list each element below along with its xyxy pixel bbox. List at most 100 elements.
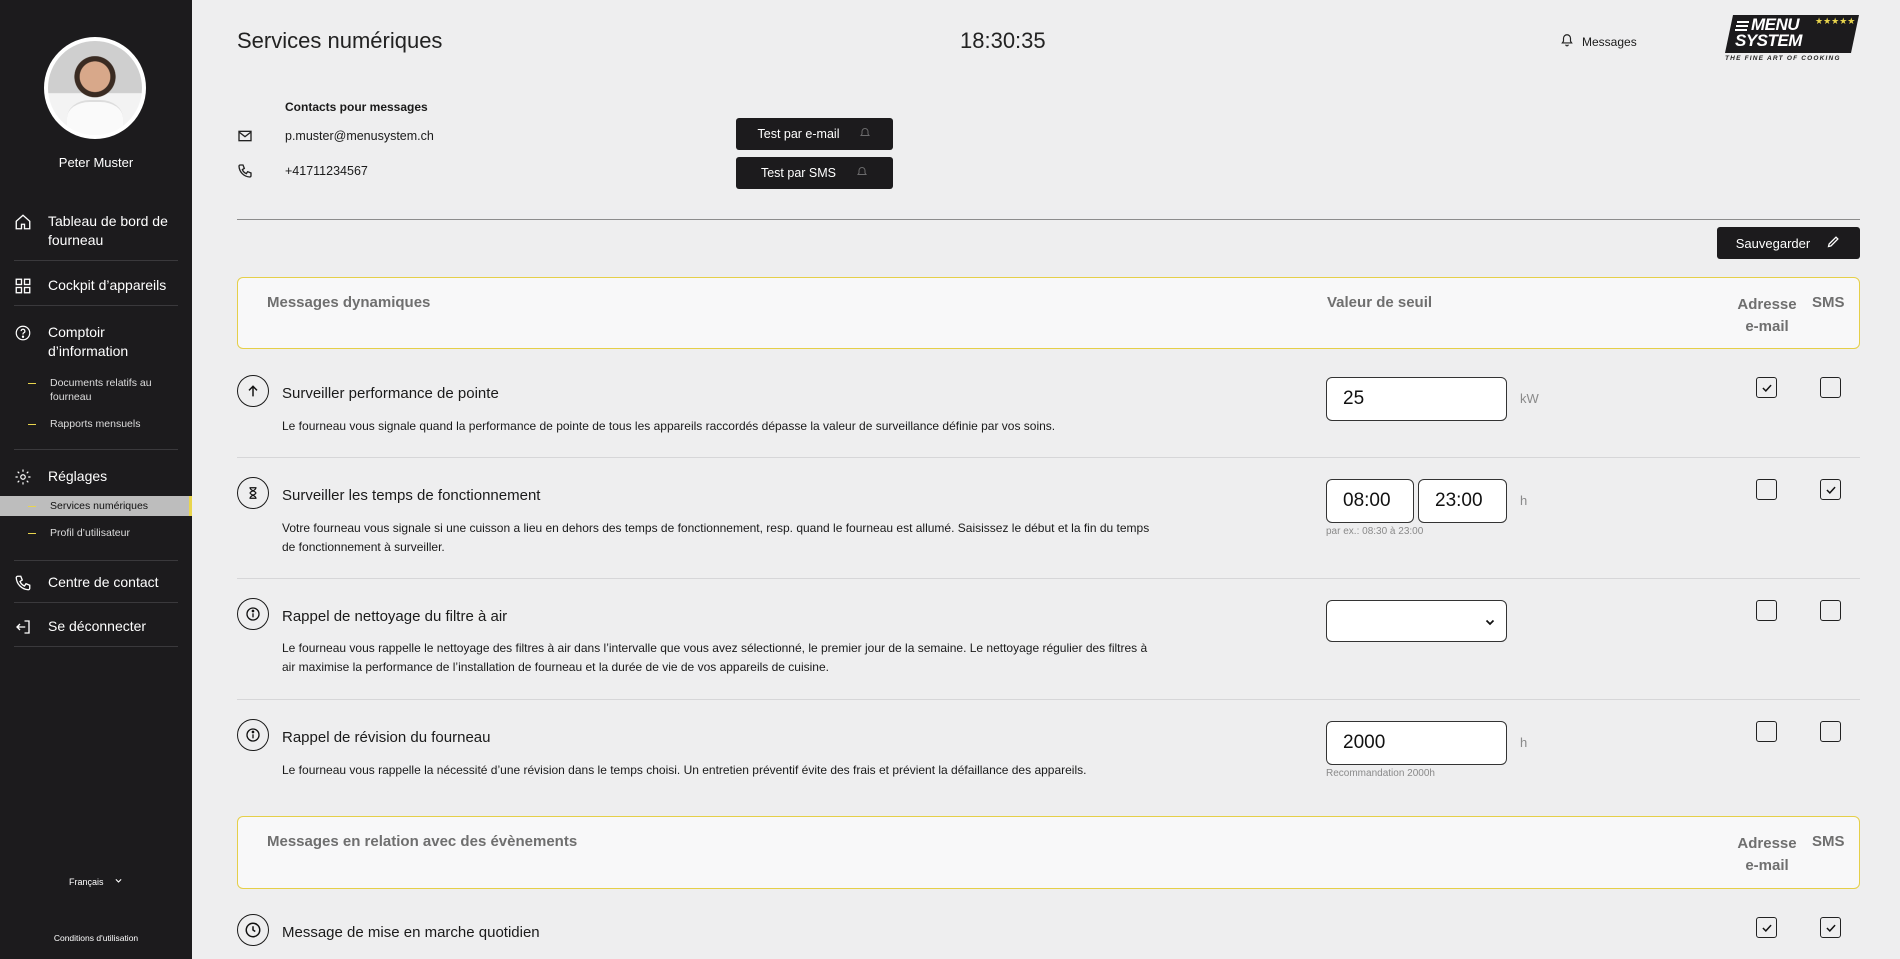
subnav-documents[interactable]: Documents relatifs au fourneau	[14, 376, 178, 404]
contact-phone-row: +41711234567	[237, 163, 368, 179]
nav-label: Se déconnecter	[48, 618, 147, 634]
end-time-input[interactable]: 23:00	[1418, 479, 1507, 523]
check-icon	[1825, 486, 1836, 494]
cleaning-interval-select[interactable]	[1326, 600, 1507, 642]
row-operating-times: Surveiller les temps de fonctionnement V…	[237, 458, 1860, 579]
check-icon	[1761, 924, 1772, 932]
terms-link[interactable]: Conditions d'utilisation	[0, 933, 192, 943]
section-title: Messages en relation avec des évènements	[267, 833, 578, 850]
bell-icon	[856, 166, 868, 181]
nav-label: Centre de contact	[48, 574, 159, 590]
gear-icon	[14, 468, 32, 486]
threshold-column-header: Valeur de seuil	[1327, 294, 1433, 311]
help-circle-icon	[14, 324, 32, 342]
hint-text: Recommandation 2000h	[1326, 768, 1435, 779]
bell-icon	[859, 127, 871, 142]
email-checkbox[interactable]	[1756, 600, 1777, 621]
sms-checkbox[interactable]	[1820, 600, 1841, 621]
mail-icon	[237, 128, 253, 144]
row-title: Surveiller les temps de fonctionnement	[282, 487, 541, 504]
check-icon	[1761, 384, 1772, 392]
sms-checkbox[interactable]	[1820, 721, 1841, 742]
start-time-input[interactable]: 08:00	[1326, 479, 1414, 523]
row-description: Votre fourneau vous signale si une cuiss…	[282, 521, 1150, 554]
subnav-user-profile[interactable]: Profil d’utilisateur	[14, 526, 178, 540]
nav-label: Réglages	[48, 468, 108, 484]
language-select[interactable]: Français	[0, 876, 192, 887]
nav-item-logout[interactable]: Se déconnecter	[14, 617, 178, 647]
test-sms-button[interactable]: Test par SMS	[736, 157, 893, 189]
email-checkbox[interactable]	[1756, 479, 1777, 500]
home-icon	[14, 213, 32, 231]
row-title: Message de mise en marche quotidien	[282, 924, 540, 941]
hint-text: par ex.: 08:30 à 23:00	[1326, 526, 1424, 537]
page-title: Services numériques	[237, 28, 443, 53]
clock-circle-icon	[237, 914, 269, 946]
dynamic-messages-header: Messages dynamiques Valeur de seuil Adre…	[237, 277, 1860, 349]
row-description: Le fourneau vous rappelle la nécessité d…	[282, 763, 1087, 777]
subnav-digital-services[interactable]: Services numériques	[0, 496, 192, 516]
unit-label: h	[1520, 735, 1528, 750]
messages-link[interactable]: Messages	[1560, 33, 1637, 50]
sms-checkbox[interactable]	[1820, 479, 1841, 500]
pencil-icon	[1826, 234, 1841, 252]
section-title: Messages dynamiques	[267, 294, 431, 311]
hourglass-circle-icon	[237, 477, 269, 509]
sms-checkbox[interactable]	[1820, 917, 1841, 938]
nav-label: Tableau de bord de fourneau	[48, 213, 168, 248]
info-circle-icon	[237, 598, 269, 630]
divider	[237, 219, 1860, 220]
sms-checkbox[interactable]	[1820, 377, 1841, 398]
nav-item-contact[interactable]: Centre de contact	[14, 573, 178, 603]
email-checkbox[interactable]	[1756, 721, 1777, 742]
row-stove-revision: Rappel de révision du fourneau Le fourne…	[237, 700, 1860, 798]
sms-column-header: SMS	[1812, 294, 1845, 311]
nav-item-cockpit[interactable]: Cockpit d’appareils	[14, 276, 178, 306]
row-daily-startup: Message de mise en marche quotidien	[237, 900, 1860, 959]
user-name: Peter Muster	[58, 155, 134, 170]
revision-hours-input[interactable]: 2000	[1326, 721, 1507, 765]
clock: 18:30:35	[960, 28, 1046, 53]
nav-item-info[interactable]: Comptoir d’information	[14, 323, 178, 371]
row-description: Le fourneau vous rappelle le nettoyage d…	[282, 641, 1148, 674]
phone-icon	[14, 574, 32, 592]
event-messages-header: Messages en relation avec des évènements…	[237, 816, 1860, 889]
sms-column-header: SMS	[1812, 833, 1845, 850]
test-email-button[interactable]: Test par e-mail	[736, 118, 893, 150]
email-checkbox[interactable]	[1756, 917, 1777, 938]
save-button[interactable]: Sauvegarder	[1717, 227, 1860, 259]
contact-email-row: p.muster@menusystem.ch	[237, 128, 434, 144]
email-column-header: Adresse e-mail	[1737, 296, 1797, 335]
chevron-down-icon	[114, 877, 123, 887]
info-circle-icon	[237, 719, 269, 751]
row-title: Rappel de nettoyage du filtre à air	[282, 608, 508, 625]
chevron-down-icon	[1484, 615, 1496, 633]
bell-icon	[1560, 33, 1574, 50]
nav-label: Cockpit d’appareils	[48, 277, 167, 293]
subnav-monthly-reports[interactable]: Rapports mensuels	[14, 417, 178, 431]
email-column-header: Adresse e-mail	[1737, 835, 1797, 874]
row-air-filter-cleaning: Rappel de nettoyage du filtre à air Le f…	[237, 579, 1860, 700]
nav-label: Comptoir d’information	[48, 324, 129, 359]
contact-phone: +41711234567	[285, 164, 368, 178]
row-peak-performance: Surveiller performance de pointe Le four…	[237, 363, 1860, 458]
arrow-up-circle-icon	[237, 375, 269, 407]
row-title: Rappel de révision du fourneau	[282, 729, 491, 746]
row-title: Surveiller performance de pointe	[282, 385, 499, 402]
grid-icon	[14, 277, 32, 295]
unit-label: kW	[1520, 391, 1539, 406]
contact-email: p.muster@menusystem.ch	[285, 129, 434, 143]
avatar	[44, 37, 146, 139]
nav-item-dashboard[interactable]: Tableau de bord de fourneau	[14, 212, 178, 261]
nav-item-settings[interactable]: Réglages	[14, 467, 178, 496]
contacts-title: Contacts pour messages	[285, 100, 428, 114]
peak-threshold-input[interactable]: 25	[1326, 377, 1507, 421]
email-checkbox[interactable]	[1756, 377, 1777, 398]
logout-icon	[14, 618, 32, 636]
sidebar: Peter Muster Tableau de bord de fourneau…	[0, 0, 192, 959]
phone-icon	[237, 163, 253, 179]
unit-label: h	[1520, 493, 1528, 508]
row-description: Le fourneau vous signale quand la perfor…	[282, 419, 1056, 433]
check-icon	[1825, 924, 1836, 932]
menu-system-logo: MENU ★★★★★ SYSTEM THE FINE ART OF COOKIN…	[1725, 13, 1861, 65]
